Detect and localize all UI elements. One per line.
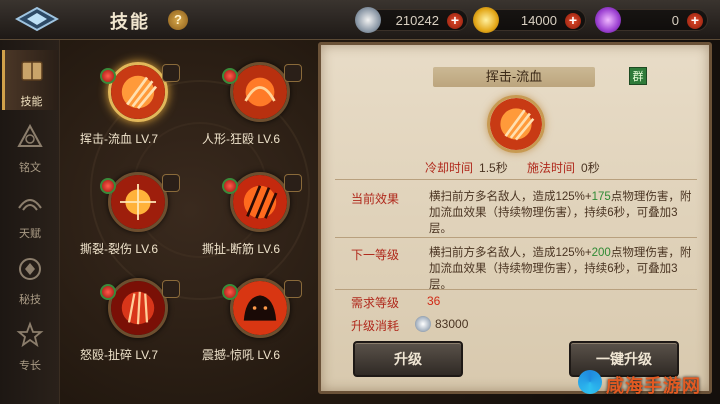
nav-item-skill[interactable]: 技能 xyxy=(2,50,58,110)
current-effect-label: 当前效果 xyxy=(351,192,400,206)
skill-slot-1[interactable]: 挥击-流血 LV.7 xyxy=(80,62,200,152)
skill-name: 挥击-流血 LV.7 xyxy=(80,132,159,146)
upgrade-cost-label: 升级消耗 xyxy=(351,319,400,333)
current-effect-text: 横扫前方多名敌人，造成125%+175点物理伤害，附加流血效果（持续物理伤害），… xyxy=(429,189,699,237)
cooldown-label: 冷却时间 xyxy=(425,161,474,175)
skill-slot-5[interactable]: 怒殴-扯碎 LV.7 xyxy=(80,278,200,368)
skill-type-icon xyxy=(162,174,180,192)
specialty-icon xyxy=(16,321,44,348)
fury-shred-icon xyxy=(108,278,168,338)
nav-item-specialty[interactable]: 专长 xyxy=(2,314,58,374)
nav-item-secret[interactable]: 秘技 xyxy=(2,248,58,308)
add-gem-button[interactable]: + xyxy=(687,13,703,29)
add-gold-button[interactable]: + xyxy=(565,13,581,29)
add-silver-button[interactable]: + xyxy=(447,13,463,29)
cast-time: 施法时间 0秒 xyxy=(527,159,600,176)
divider xyxy=(335,289,697,290)
current-effect-part: 横扫前方多名敌人，造成125%+ xyxy=(429,191,592,203)
skill-name: 撕裂-裂伤 LV.6 xyxy=(80,242,159,256)
detail-title: 挥击-流血 xyxy=(433,67,595,87)
back-diamond-icon xyxy=(15,6,59,32)
gold-value: 14000 xyxy=(520,13,557,28)
group-badge: 群 xyxy=(629,67,647,85)
watermark-logo-icon xyxy=(578,370,602,394)
silver-resource: 210242 + xyxy=(355,7,468,33)
cooldown-value: 1.5秒 xyxy=(479,161,508,175)
cooldown: 冷却时间 1.5秒 xyxy=(425,159,508,176)
skill-slot-2[interactable]: 人形-狂殴 LV.6 xyxy=(202,62,322,152)
purple-gem-icon xyxy=(595,7,621,33)
silver-coin-icon xyxy=(415,316,431,332)
nav-item-talent[interactable]: 天赋 xyxy=(2,182,58,242)
skill-type-icon xyxy=(162,64,180,82)
skill-name: 怒殴-扯碎 LV.7 xyxy=(80,348,159,362)
nav-label: 天赋 xyxy=(19,228,41,240)
skill-type-icon xyxy=(284,64,302,82)
gem-resource: 0 + xyxy=(595,7,708,33)
nav-label: 秘技 xyxy=(19,294,41,306)
skill-status-icon xyxy=(222,68,238,84)
gold-coin-icon xyxy=(473,7,499,33)
page-title: 技能 xyxy=(110,12,150,32)
skill-status-icon xyxy=(100,178,116,194)
nav-item-inscription[interactable]: 铭文 xyxy=(2,116,58,176)
skill-slot-6[interactable]: 震撼-惊吼 LV.6 xyxy=(202,278,322,368)
back-button[interactable] xyxy=(6,2,68,36)
upgrade-cost-value: 83000 xyxy=(435,317,469,331)
beast-roar-icon xyxy=(230,278,290,338)
watermark-text: 咸海手游网 xyxy=(606,376,701,396)
skill-status-icon xyxy=(222,284,238,300)
tear-wound-icon xyxy=(108,172,168,232)
skill-slot-3[interactable]: 撕裂-裂伤 LV.6 xyxy=(80,172,200,262)
required-level-label: 需求等级 xyxy=(351,296,400,310)
skill-book-icon xyxy=(20,61,43,81)
claw-slash-icon xyxy=(487,95,545,153)
nav-label: 技能 xyxy=(20,96,43,108)
cast-label: 施法时间 xyxy=(527,161,576,175)
silver-value: 210242 xyxy=(395,13,439,28)
top-bar: 技能 ? 210242 + 14000 + 0 + xyxy=(0,0,720,40)
next-level-text: 横扫前方多名敌人，造成125%+200点物理伤害，附加流血效果（持续物理伤害），… xyxy=(429,245,699,293)
current-effect-damage: 175 xyxy=(591,191,611,203)
fury-strike-icon xyxy=(230,62,290,122)
help-button[interactable]: ? xyxy=(168,10,188,30)
gold-resource: 14000 + xyxy=(473,7,586,33)
required-level-value: 36 xyxy=(427,294,441,308)
inscription-icon xyxy=(17,123,43,147)
skill-slot-4[interactable]: 撕扯-断筋 LV.6 xyxy=(202,172,322,262)
talent-icon xyxy=(18,199,42,211)
claw-slash-icon xyxy=(108,62,168,122)
divider xyxy=(335,179,697,180)
upgrade-button[interactable]: 升级 xyxy=(353,341,463,377)
nav-label: 铭文 xyxy=(19,162,41,174)
next-level-label: 下一等级 xyxy=(351,248,400,262)
skill-type-icon xyxy=(162,280,180,298)
next-effect-part: 横扫前方多名敌人，造成125%+ xyxy=(429,247,592,259)
skill-detail-panel: 挥击-流血 群 冷却时间 1.5秒 施法时间 0秒 当前效果 横扫前方多名敌人，造成… xyxy=(318,42,712,394)
cast-value: 0秒 xyxy=(581,161,600,175)
secret-skill-icon xyxy=(19,258,41,280)
side-nav: 技能 铭文 天赋 秘技 专长 xyxy=(0,40,60,404)
skill-status-icon xyxy=(100,284,116,300)
skill-status-icon xyxy=(100,68,116,84)
next-effect-damage: 200 xyxy=(591,247,611,259)
skill-status-icon xyxy=(222,178,238,194)
silver-coin-icon xyxy=(355,7,381,33)
gem-value: 0 xyxy=(671,13,679,28)
tendon-rip-icon xyxy=(230,172,290,232)
skill-type-icon xyxy=(284,280,302,298)
nav-label: 专长 xyxy=(19,360,41,372)
divider xyxy=(335,237,697,238)
skill-type-icon xyxy=(284,174,302,192)
